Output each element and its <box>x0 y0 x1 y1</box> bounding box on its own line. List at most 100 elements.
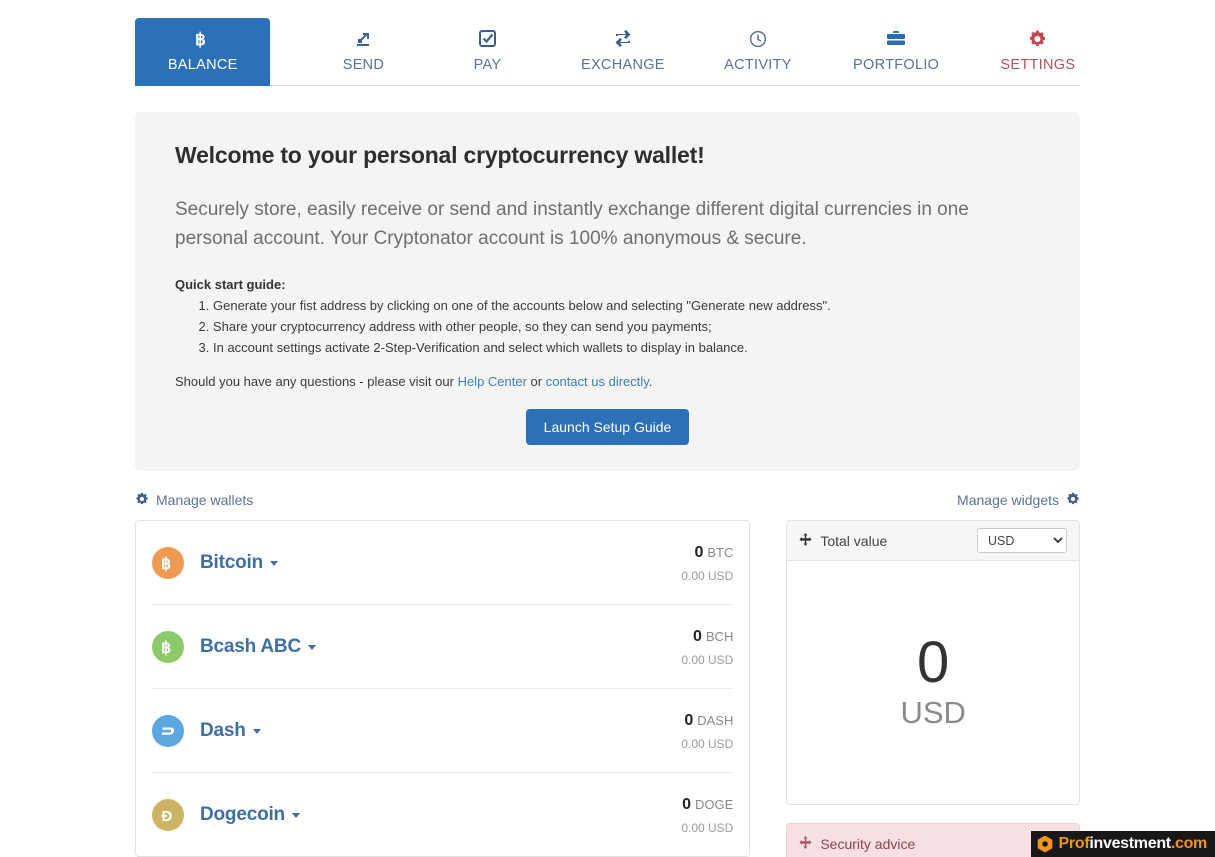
move-arrows-icon[interactable] <box>799 836 812 851</box>
tab-exchange[interactable]: EXCHANGE <box>576 18 669 86</box>
watermark: Profinvestment.com <box>1030 831 1215 857</box>
bitcoin-icon: ฿ <box>195 29 210 51</box>
gear-icon <box>1066 492 1080 508</box>
table-row[interactable]: ฿ Bitcoin 0 BTC 0.00 USD <box>152 521 734 605</box>
chevron-down-icon[interactable] <box>270 560 278 566</box>
wallet-amounts: 0 BTC 0.00 USD <box>681 543 733 583</box>
support-suffix: . <box>648 374 653 389</box>
watermark-text: Profinvestment.com <box>1058 835 1208 853</box>
wallet-fiat-value: 0.00 USD <box>681 737 734 751</box>
launch-setup-guide-button[interactable]: Launch Setup Guide <box>525 409 690 445</box>
profinvestment-logo-icon <box>1037 835 1053 853</box>
wallet-balance-value: 0 <box>682 796 692 813</box>
widgets-column: Total value USD EUR BTC 0 USD <box>786 520 1080 857</box>
total-value-widget: Total value USD EUR BTC 0 USD <box>786 520 1080 805</box>
watermark-suffix: .com <box>1170 835 1207 852</box>
wallet-symbol: BCH <box>705 629 734 644</box>
wallet-symbol: DASH <box>697 713 734 728</box>
wallets-list: ฿ Bitcoin 0 BTC 0.00 USD ฿ Bcash ABC 0 B… <box>135 520 751 857</box>
tab-pay[interactable]: PAY <box>450 18 524 86</box>
wallet-balance-value: 0 <box>692 628 702 645</box>
wallet-balance: 0 BCH <box>681 627 733 647</box>
welcome-description: Securely store, easily receive or send a… <box>175 199 969 249</box>
watermark-prefix: Prof <box>1058 835 1090 852</box>
main-container: ฿ BALANCE SEND PAY EXCHANGE ACTIVITY POR… <box>135 0 1080 857</box>
tab-activity-label: ACTIVITY <box>724 57 792 73</box>
wallet-symbol: DOGE <box>695 797 734 812</box>
total-value-label: Total value <box>820 532 888 549</box>
tab-activity[interactable]: ACTIVITY <box>719 18 796 86</box>
wallet-name[interactable]: Bitcoin <box>200 552 263 574</box>
dash-coin-icon <box>152 715 184 747</box>
security-advice-label: Security advice <box>820 835 916 852</box>
retweet-icon <box>613 29 633 51</box>
quick-start-step: In account settings activate 2-Step-Veri… <box>213 338 1060 358</box>
gear-icon <box>1028 29 1047 51</box>
wallet-balance: 0 BTC <box>681 543 733 563</box>
tab-portfolio-label: PORTFOLIO <box>853 57 940 73</box>
gear-icon <box>135 492 149 508</box>
manage-widgets-label: Manage widgets <box>957 492 1059 508</box>
manage-wallets-label: Manage wallets <box>156 492 254 508</box>
svg-text:฿: ฿ <box>195 30 206 49</box>
page-title: Welcome to your personal cryptocurrency … <box>175 142 705 168</box>
wallet-fiat-value: 0.00 USD <box>681 653 734 667</box>
clock-icon <box>749 29 767 51</box>
quick-start-step: Share your cryptocurrency address with o… <box>213 317 1060 337</box>
tab-balance[interactable]: ฿ BALANCE <box>135 18 271 86</box>
wallet-fiat-value: 0.00 USD <box>681 821 734 835</box>
welcome-panel: Welcome to your personal cryptocurrency … <box>135 112 1080 471</box>
manage-widgets-link[interactable]: Manage widgets <box>957 492 1080 508</box>
watermark-middle: investment <box>1089 835 1171 852</box>
wallet-name[interactable]: Dash <box>200 720 246 742</box>
table-row[interactable]: Dash 0 DASH 0.00 USD <box>152 689 734 773</box>
total-value-body: 0 USD <box>787 561 1079 804</box>
currency-select[interactable]: USD EUR BTC <box>977 528 1067 553</box>
wallet-balance: 0 DOGE <box>681 795 733 815</box>
wallet-balance-value: 0 <box>694 544 704 561</box>
wallet-fiat-value: 0.00 USD <box>681 569 734 583</box>
contact-us-link[interactable]: contact us directly <box>546 374 649 389</box>
total-value-amount: 0 <box>917 629 950 695</box>
tab-pay-label: PAY <box>473 57 502 73</box>
support-line: Should you have any questions - please v… <box>175 374 1060 389</box>
main-navigation: ฿ BALANCE SEND PAY EXCHANGE ACTIVITY POR… <box>135 0 1080 86</box>
wallet-amounts: 0 DASH 0.00 USD <box>681 711 733 751</box>
wallet-amounts: 0 BCH 0.00 USD <box>681 627 733 667</box>
tab-settings-label: SETTINGS <box>1000 57 1076 73</box>
wallet-balance-value: 0 <box>684 712 694 729</box>
tab-settings[interactable]: SETTINGS <box>996 18 1080 86</box>
svg-text:Đ: Đ <box>162 808 173 825</box>
tab-portfolio[interactable]: PORTFOLIO <box>849 18 944 86</box>
wallet-name[interactable]: Bcash ABC <box>200 636 301 658</box>
wallet-page: ฿ BALANCE SEND PAY EXCHANGE ACTIVITY POR… <box>0 0 1215 857</box>
bcash-coin-icon: ฿ <box>152 631 184 663</box>
wallet-name[interactable]: Dogecoin <box>200 804 285 826</box>
help-center-link[interactable]: Help Center <box>458 374 527 389</box>
wallet-symbol: BTC <box>707 545 734 560</box>
tab-send[interactable]: SEND <box>326 18 400 86</box>
total-value-currency: USD <box>900 694 966 730</box>
chevron-down-icon[interactable] <box>291 812 300 818</box>
chevron-down-icon[interactable] <box>252 728 261 734</box>
support-middle: or <box>526 374 546 389</box>
wallet-balance: 0 DASH <box>681 711 733 731</box>
total-value-widget-header: Total value USD EUR BTC <box>787 521 1079 561</box>
tab-exchange-label: EXCHANGE <box>580 57 665 73</box>
tab-balance-label: BALANCE <box>167 57 238 73</box>
move-arrows-icon[interactable] <box>799 533 812 548</box>
tab-send-label: SEND <box>342 57 385 73</box>
dogecoin-coin-icon: Đ <box>152 799 184 831</box>
quick-start-step: Generate your fist address by clicking o… <box>213 296 1060 316</box>
manage-bar: Manage wallets Manage widgets <box>135 488 1080 512</box>
bitcoin-coin-icon: ฿ <box>152 547 184 579</box>
table-row[interactable]: Đ Dogecoin 0 DOGE 0.00 USD <box>152 773 733 856</box>
svg-text:฿: ฿ <box>161 556 171 573</box>
table-row[interactable]: ฿ Bcash ABC 0 BCH 0.00 USD <box>152 605 734 689</box>
briefcase-icon <box>886 29 906 51</box>
quick-start-title: Quick start guide: <box>175 277 286 292</box>
quick-start-list: Generate your fist address by clicking o… <box>155 296 1060 358</box>
support-prefix: Should you have any questions - please v… <box>175 374 458 389</box>
chevron-down-icon[interactable] <box>307 644 316 650</box>
manage-wallets-link[interactable]: Manage wallets <box>135 492 253 508</box>
